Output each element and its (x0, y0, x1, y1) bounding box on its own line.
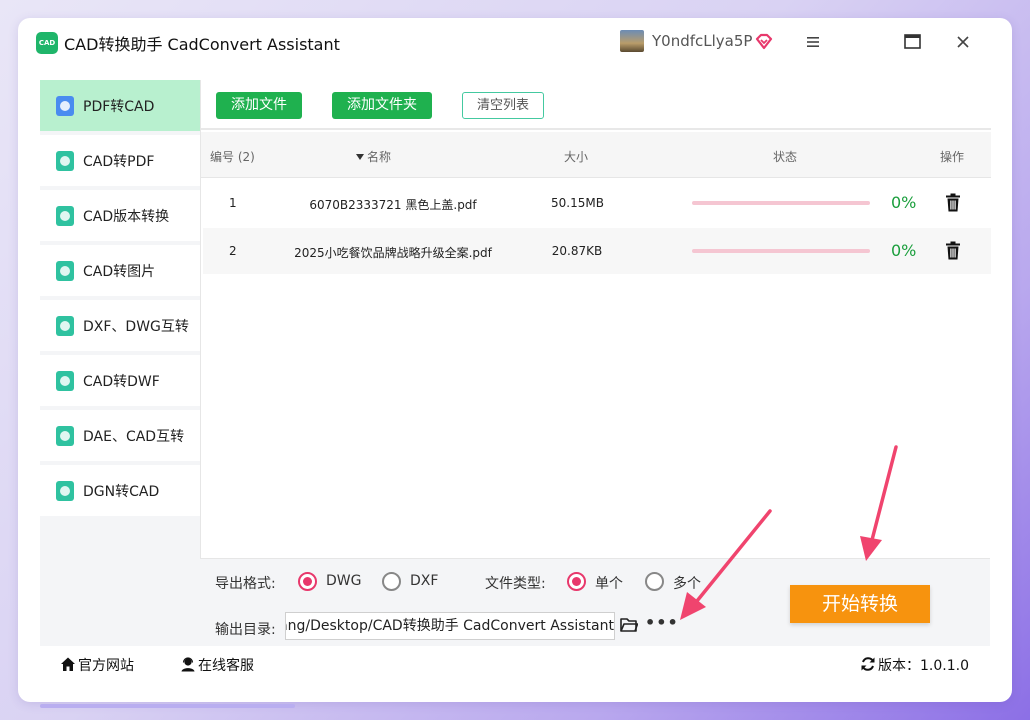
sidebar-item-label: DAE、CAD互转 (83, 428, 185, 445)
progress-bar (692, 201, 870, 205)
format-label: 导出格式: (215, 576, 276, 592)
folder-open-icon[interactable] (620, 617, 638, 633)
more-options-icon[interactable]: ••• (645, 613, 679, 632)
sidebar-item-label: DXF、DWG互转 (83, 318, 189, 335)
official-website-link[interactable]: 官方网站 (60, 655, 134, 675)
format-option-dxf[interactable]: DXF (410, 573, 438, 589)
home-icon (61, 657, 75, 671)
sidebar-item-cad-to-image[interactable]: CAD转图片 (40, 245, 200, 296)
add-file-button[interactable]: 添加文件 (216, 92, 302, 119)
sort-down-icon (356, 154, 364, 160)
clear-list-button[interactable]: 清空列表 (462, 92, 544, 119)
sidebar-item-pdf-to-cad[interactable]: PDF转CAD (40, 80, 200, 131)
sidebar-item-cad-to-pdf[interactable]: CAD转PDF (40, 135, 200, 186)
add-folder-button[interactable]: 添加文件夹 (332, 92, 432, 119)
progress-bar (692, 249, 870, 253)
avatar[interactable] (620, 30, 644, 52)
cad-to-image-icon (56, 260, 74, 281)
dae-cad-icon (56, 425, 74, 446)
output-directory-value: oang/Desktop/CAD转换助手 CadConvert Assistan… (285, 618, 614, 634)
file-list-panel: 添加文件 添加文件夹 清空列表 编号 (2) 名称 大小 状态 操作 1 607… (200, 80, 991, 558)
table-row[interactable]: 1 6070B2333721 黑色上盖.pdf 50.15MB 0% (203, 180, 991, 226)
trash-icon[interactable] (945, 193, 961, 212)
output-directory-field[interactable]: oang/Desktop/CAD转换助手 CadConvert Assistan… (285, 612, 615, 640)
dgn-to-cad-icon (56, 480, 74, 501)
filetype-option-single[interactable]: 单个 (595, 573, 623, 593)
username[interactable]: Y0ndfcLlya5P (652, 32, 752, 50)
table-header: 编号 (2) 名称 大小 状态 操作 (201, 132, 991, 178)
sidebar-item-cad-version[interactable]: CAD版本转换 (40, 190, 200, 241)
version-info: 版本：1.0.1.0 (860, 655, 969, 675)
close-icon[interactable] (950, 30, 976, 54)
column-header-status: 状态 (773, 150, 798, 164)
row-file-name: 2025小吃餐饮品牌战略升级全案.pdf (294, 246, 492, 260)
column-header-size[interactable]: 大小 (564, 148, 588, 165)
version-label: 版本：1.0.1.0 (878, 658, 969, 674)
row-index: 1 (229, 196, 237, 210)
taskbar-indicator (40, 704, 295, 708)
pdf-to-cad-icon (56, 95, 74, 116)
cad-to-pdf-icon (56, 150, 74, 171)
format-radio-dwg[interactable] (298, 572, 317, 591)
cad-version-icon (56, 205, 74, 226)
row-file-size: 20.87KB (551, 244, 603, 258)
sidebar-item-label: CAD版本转换 (83, 208, 170, 225)
sidebar-item-dgn-to-cad[interactable]: DGN转CAD (40, 465, 200, 516)
sidebar-item-cad-to-dwf[interactable]: CAD转DWF (40, 355, 200, 406)
app-logo-icon: CAD (36, 32, 58, 54)
app-title: CAD转换助手 CadConvert Assistant (64, 35, 340, 54)
official-website-label: 官方网站 (78, 658, 134, 674)
sidebar-item-label: CAD转图片 (83, 263, 156, 280)
sidebar-item-dxf-dwg[interactable]: DXF、DWG互转 (40, 300, 200, 351)
toolbar: 添加文件 添加文件夹 清空列表 (201, 80, 991, 130)
sidebar-item-dae-cad[interactable]: DAE、CAD互转 (40, 410, 200, 461)
online-service-label: 在线客服 (198, 658, 254, 674)
filetype-radio-single[interactable] (567, 572, 586, 591)
start-convert-button[interactable]: 开始转换 (790, 585, 930, 623)
column-header-name[interactable]: 名称 (356, 148, 391, 165)
menu-icon[interactable] (800, 30, 826, 54)
filetype-radio-multiple[interactable] (645, 572, 664, 591)
filetype-label: 文件类型: (485, 576, 546, 592)
sidebar-item-label: PDF转CAD (83, 98, 155, 115)
customer-service-icon (181, 657, 195, 672)
row-file-size: 50.15MB (551, 196, 604, 210)
progress-percent: 0% (891, 241, 917, 260)
cad-to-dwf-icon (56, 370, 74, 391)
table-row[interactable]: 2 2025小吃餐饮品牌战略升级全案.pdf 20.87KB 0% (203, 228, 991, 274)
outdir-label: 输出目录: (215, 622, 276, 638)
sidebar: PDF转CAD CAD转PDF CAD版本转换 CAD转图片 DXF、DWG互转… (40, 80, 200, 646)
row-file-name: 6070B2333721 黑色上盖.pdf (309, 198, 477, 212)
format-option-dwg[interactable]: DWG (326, 573, 361, 589)
title-bar: CAD CAD转换助手 CadConvert Assistant Y0ndfcL… (20, 22, 994, 62)
column-header-action: 操作 (940, 150, 965, 164)
refresh-icon (861, 657, 875, 671)
filetype-option-multiple[interactable]: 多个 (673, 573, 701, 593)
column-header-name-label: 名称 (367, 150, 392, 164)
dxf-dwg-icon (56, 315, 74, 336)
sidebar-item-label: CAD转PDF (83, 153, 155, 170)
maximize-icon[interactable] (900, 30, 926, 54)
row-index: 2 (229, 244, 237, 258)
progress-percent: 0% (891, 193, 917, 212)
online-service-link[interactable]: 在线客服 (180, 655, 254, 675)
format-radio-dxf[interactable] (382, 572, 401, 591)
column-header-index[interactable]: 编号 (2) (210, 148, 255, 165)
vip-diamond-icon[interactable] (754, 32, 774, 52)
footer: 官方网站 在线客服 版本：1.0.1.0 (40, 646, 990, 682)
options-panel: 导出格式: DWG DXF 文件类型: 单个 多个 输出目录: oang/Des… (200, 558, 990, 646)
trash-icon[interactable] (945, 241, 961, 260)
sidebar-item-label: CAD转DWF (83, 373, 160, 390)
sidebar-item-label: DGN转CAD (83, 483, 160, 500)
